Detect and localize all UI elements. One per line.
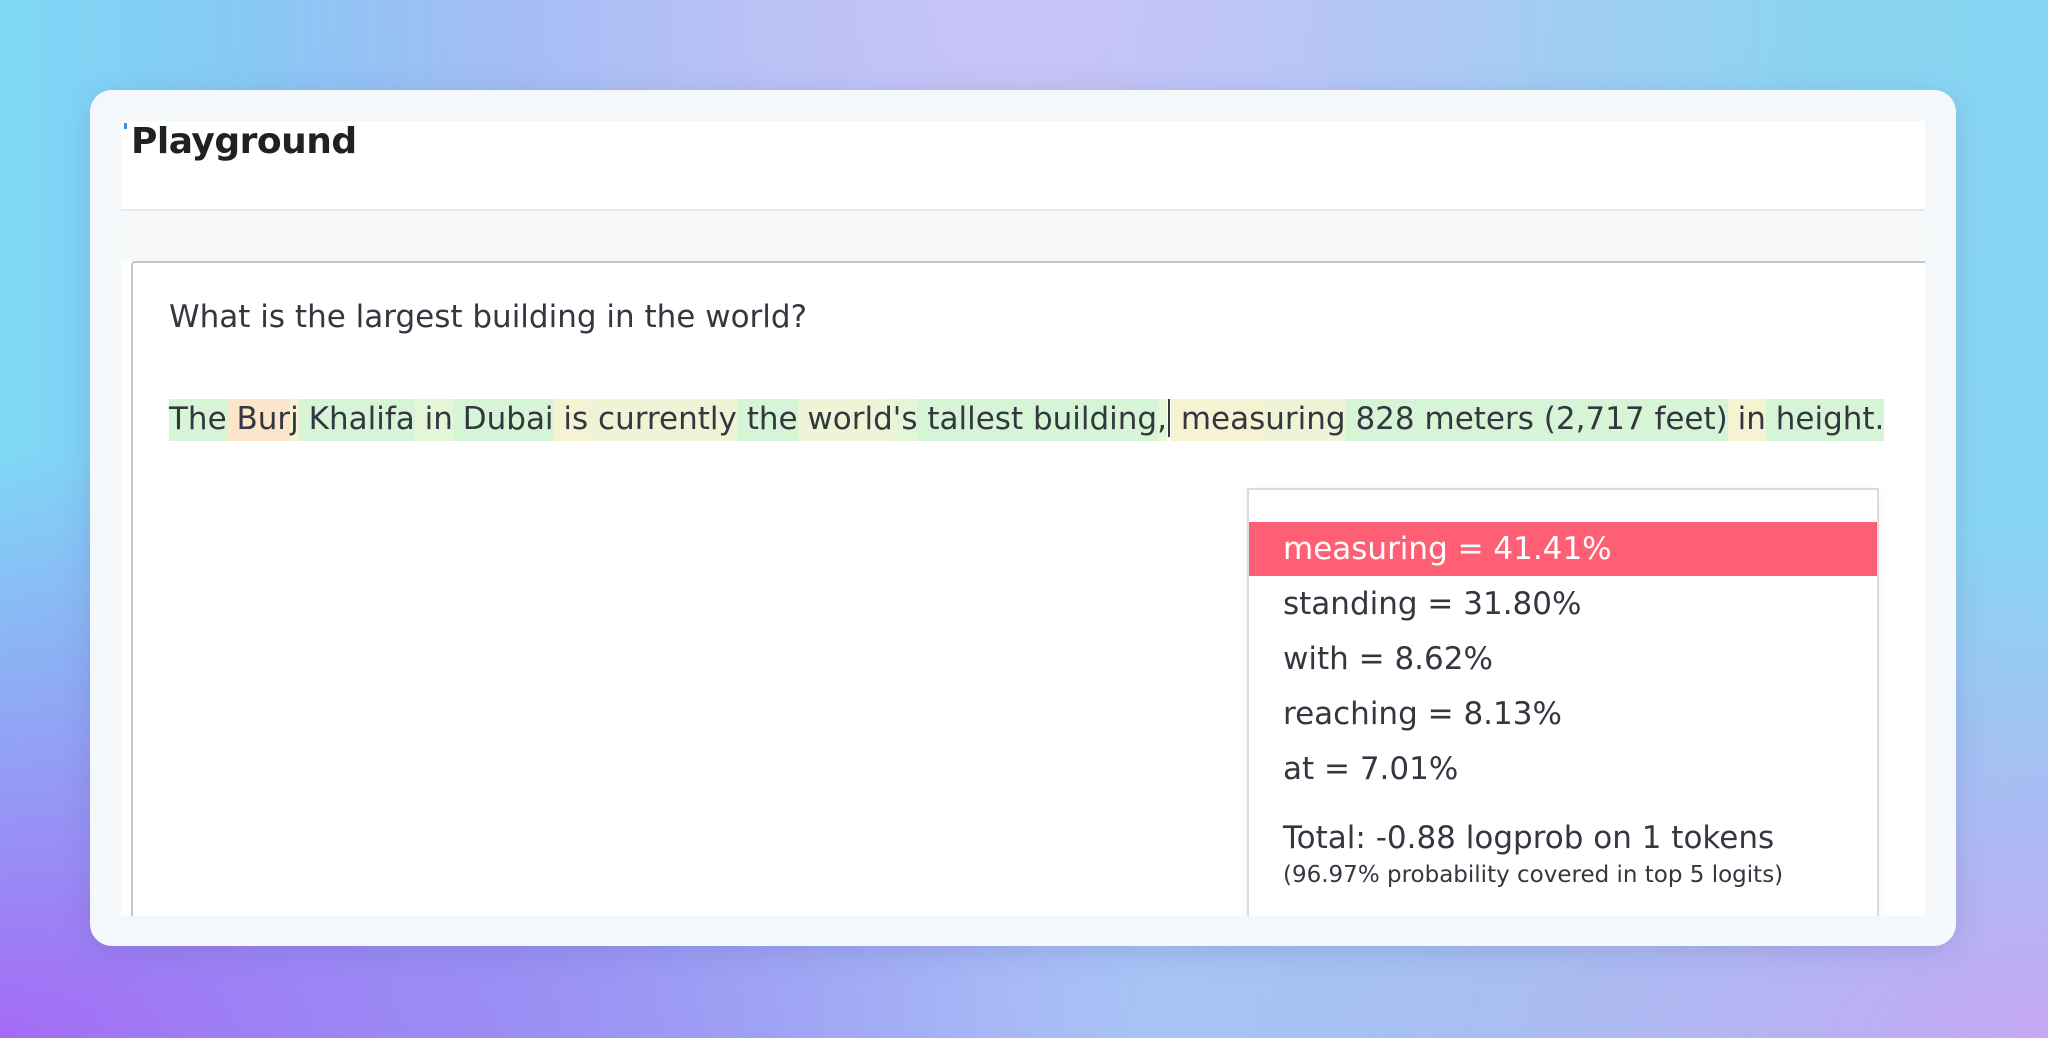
playground-frame: Playground What is the largest building …	[121, 121, 1925, 916]
token-probabilities-popover: Total: -0.88 logprob on 1 tokens (96.97%…	[1247, 488, 1879, 916]
completion-token[interactable]: 's	[892, 399, 918, 441]
token-option[interactable]: measuring = 41.41%	[1249, 522, 1877, 576]
completion-token[interactable]: ,717	[1575, 399, 1645, 441]
token-option[interactable]: at = 7.01%	[1249, 742, 1877, 796]
completion-token[interactable]: meters	[1414, 399, 1534, 441]
completion-token[interactable]: in	[414, 399, 453, 441]
total-logprob: Total: -0.88 logprob on 1 tokens	[1283, 820, 1775, 856]
prompt-text: What is the largest building in the worl…	[169, 299, 808, 335]
completion-text[interactable]: The Burj Khalifa in Dubai is currently t…	[169, 397, 1885, 441]
completion-token[interactable]: in	[1727, 399, 1766, 441]
corner-marker	[124, 123, 127, 129]
toolbar-band	[121, 211, 1925, 261]
probability-coverage: (96.97% probability covered in top 5 log…	[1283, 862, 1784, 888]
token-option[interactable]: reaching = 8.13%	[1249, 687, 1877, 741]
completion-token[interactable]: ,	[1157, 399, 1167, 441]
text-caret	[1167, 399, 1170, 437]
token-option[interactable]: with = 8.62%	[1249, 632, 1877, 686]
completion-token[interactable]: feet)	[1644, 399, 1728, 441]
completion-token[interactable]: building	[1023, 399, 1158, 441]
completion-token[interactable]: The	[169, 399, 227, 441]
app-window: Playground What is the largest building …	[90, 90, 1956, 946]
completion-token[interactable]: tallest	[917, 399, 1024, 441]
token-option[interactable]: standing = 31.80%	[1249, 577, 1877, 631]
completion-token[interactable]: Khalifa	[298, 399, 415, 441]
completion-token[interactable]: (2	[1533, 399, 1576, 441]
completion-token[interactable]: currently	[588, 399, 737, 441]
completion-token[interactable]: Bur	[226, 399, 291, 441]
completion-token[interactable]: world	[797, 399, 893, 441]
completion-token[interactable]: the	[736, 399, 798, 441]
completion-token[interactable]: 828	[1345, 399, 1415, 441]
completion-token[interactable]: is	[553, 399, 589, 441]
completion-token[interactable]: j	[290, 399, 299, 441]
completion-token[interactable]: meas	[1170, 399, 1266, 441]
completion-token[interactable]: Dubai	[452, 399, 554, 441]
top-bar: Playground	[121, 121, 1925, 211]
completion-token[interactable]: uring	[1265, 399, 1346, 441]
completion-token[interactable]: height.	[1765, 399, 1885, 441]
page-title: Playground	[131, 121, 357, 162]
